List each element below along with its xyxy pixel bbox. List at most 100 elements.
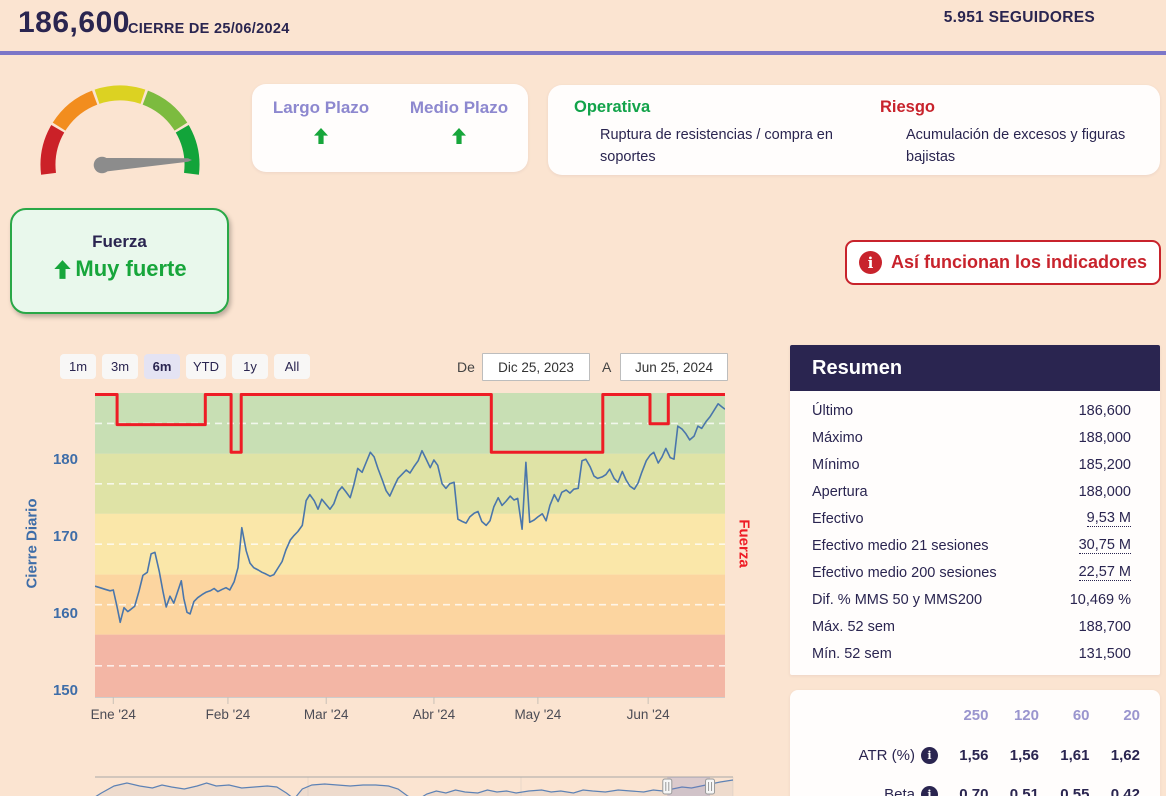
navigator-handle[interactable] bbox=[663, 779, 672, 794]
fuerza-card: Fuerza Muy fuerte bbox=[10, 208, 229, 314]
up-arrow-icon bbox=[52, 259, 73, 280]
y-axis-tick-label: 170 bbox=[34, 528, 78, 545]
resumen-row-value: 185,200 bbox=[1079, 457, 1131, 473]
stats-column-header: 250 bbox=[938, 707, 989, 724]
riesgo-text: Acumulación de excesos y figuras bajista… bbox=[906, 124, 1156, 169]
range-button-6m[interactable]: 6m bbox=[144, 354, 180, 379]
resumen-row: Mínimo 185,200 bbox=[790, 451, 1160, 478]
stats-label-text: ATR (%) bbox=[859, 747, 915, 764]
info-icon: i bbox=[859, 251, 882, 274]
resumen-row-value: 188,000 bbox=[1079, 430, 1131, 446]
date-to-input[interactable] bbox=[620, 353, 728, 381]
range-button-1y[interactable]: 1y bbox=[232, 354, 268, 379]
plazo-card: Largo Plazo Medio Plazo bbox=[252, 84, 528, 172]
resumen-row: Apertura 188,000 bbox=[790, 478, 1160, 505]
x-axis-tick-label: May '24 bbox=[498, 707, 578, 722]
resumen-row: Efectivo 9,53 M bbox=[790, 505, 1160, 532]
y2-axis-title: Fuerza bbox=[736, 512, 753, 576]
info-icon[interactable]: i bbox=[921, 786, 938, 796]
fuerza-value: Muy fuerte bbox=[75, 256, 186, 282]
resumen-row-value: 22,57 M bbox=[1079, 564, 1131, 581]
chart-navigator[interactable] bbox=[95, 771, 735, 796]
navigator-handle[interactable] bbox=[706, 779, 715, 794]
stats-column-header: 60 bbox=[1039, 707, 1090, 724]
operativa-block: Operativa Ruptura de resistencias / comp… bbox=[548, 85, 854, 175]
resumen-row-label: Efectivo bbox=[812, 511, 864, 527]
stats-column-header: 120 bbox=[989, 707, 1040, 724]
x-axis-tick-label: Abr '24 bbox=[394, 707, 474, 722]
stats-column-header: 20 bbox=[1090, 707, 1141, 724]
stats-row-label: Betai bbox=[790, 786, 938, 796]
resumen-row-label: Máximo bbox=[812, 430, 863, 446]
y-axis-tick-label: 150 bbox=[34, 682, 78, 699]
stats-header-row: 2501206020 bbox=[790, 694, 1160, 736]
riesgo-title: Riesgo bbox=[880, 98, 1160, 117]
range-selector: 1m3m6mYTD1yAll bbox=[60, 354, 310, 379]
date-from-label: De bbox=[457, 359, 475, 375]
resumen-rows: Último 186,600 Máximo 188,000 Mínimo 185,200 A… bbox=[790, 391, 1160, 675]
followers-count: 5.951 SEGUIDORES bbox=[944, 9, 1095, 27]
resumen-row: Máximo 188,000 bbox=[790, 424, 1160, 451]
resumen-row-label: Apertura bbox=[812, 484, 868, 500]
operativa-text: Ruptura de resistencias / compra en sopo… bbox=[600, 124, 850, 169]
navigator-selection[interactable] bbox=[667, 777, 710, 796]
operativa-riesgo-card: Operativa Ruptura de resistencias / comp… bbox=[548, 85, 1160, 175]
indicators-help-label: Así funcionan los indicadores bbox=[891, 252, 1147, 273]
resumen-row-label: Mín. 52 sem bbox=[812, 646, 892, 662]
info-icon[interactable]: i bbox=[921, 747, 938, 764]
resumen-row-value: 10,469 % bbox=[1070, 592, 1131, 608]
x-axis-tick-label: Jun '24 bbox=[608, 707, 688, 722]
last-price: 186,600 bbox=[18, 6, 130, 40]
stats-row: ATR (%)i1,561,561,611,62 bbox=[790, 736, 1160, 775]
resumen-row-value: 9,53 M bbox=[1087, 510, 1131, 527]
resumen-title: Resumen bbox=[812, 357, 902, 380]
medio-plazo: Medio Plazo bbox=[390, 84, 528, 172]
range-button-3m[interactable]: 3m bbox=[102, 354, 138, 379]
header-divider bbox=[0, 51, 1166, 55]
resumen-row-label: Efectivo medio 200 sesiones bbox=[812, 565, 997, 581]
largo-plazo-label: Largo Plazo bbox=[273, 98, 369, 118]
stat-value: 0,70 bbox=[938, 786, 989, 796]
price-chart[interactable] bbox=[95, 393, 725, 705]
resumen-panel: Resumen Último 186,600 Máximo 188,000 Mínimo… bbox=[790, 345, 1160, 675]
gauge-icon bbox=[24, 64, 224, 180]
resumen-row-value: 188,700 bbox=[1079, 619, 1131, 635]
largo-plazo: Largo Plazo bbox=[252, 84, 390, 172]
resumen-row: Máx. 52 sem188,700 bbox=[790, 613, 1160, 640]
date-to-label: A bbox=[602, 359, 611, 375]
stat-value: 1,62 bbox=[1090, 747, 1141, 764]
stats-row: Betai0,700,510,550,42 bbox=[790, 775, 1160, 796]
stat-value: 0,51 bbox=[989, 786, 1040, 796]
stats-row-label: ATR (%) i bbox=[790, 747, 938, 764]
stat-value: 1,61 bbox=[1039, 747, 1090, 764]
indicators-help-button[interactable]: i Así funcionan los indicadores bbox=[845, 240, 1161, 285]
resumen-row-value: 186,600 bbox=[1079, 403, 1131, 419]
resumen-row: Efectivo medio 21 sesiones30,75 M bbox=[790, 532, 1160, 559]
x-axis-tick-label: Mar '24 bbox=[286, 707, 366, 722]
x-axis-tick-label: Ene '24 bbox=[73, 707, 153, 722]
page: 186,600 CIERRE DE 25/06/2024 5.951 SEGUI… bbox=[0, 0, 1166, 796]
medio-plazo-label: Medio Plazo bbox=[410, 98, 508, 118]
range-button-1m[interactable]: 1m bbox=[60, 354, 96, 379]
y-axis-tick-label: 160 bbox=[34, 605, 78, 622]
resumen-header: Resumen bbox=[790, 345, 1160, 391]
stat-value: 0,55 bbox=[1039, 786, 1090, 796]
resumen-row: Último 186,600 bbox=[790, 397, 1160, 424]
range-button-YTD[interactable]: YTD bbox=[186, 354, 226, 379]
resumen-row-label: Último bbox=[812, 403, 853, 419]
operativa-title: Operativa bbox=[574, 98, 854, 117]
resumen-row-label: Dif. % MMS 50 y MMS200 bbox=[812, 592, 982, 608]
up-arrow-icon bbox=[312, 127, 330, 145]
resumen-row-label: Mínimo bbox=[812, 457, 860, 473]
date-from-input[interactable] bbox=[482, 353, 590, 381]
up-arrow-icon bbox=[450, 127, 468, 145]
resumen-row-value: 131,500 bbox=[1079, 646, 1131, 662]
stat-value: 1,56 bbox=[938, 747, 989, 764]
x-axis-tick-label: Feb '24 bbox=[188, 707, 268, 722]
riesgo-block: Riesgo Acumulación de excesos y figuras … bbox=[854, 85, 1160, 175]
range-button-All[interactable]: All bbox=[274, 354, 310, 379]
resumen-row-label: Efectivo medio 21 sesiones bbox=[812, 538, 989, 554]
resumen-row-value: 188,000 bbox=[1079, 484, 1131, 500]
fuerza-title: Fuerza bbox=[92, 232, 147, 252]
price-chart-section: 1m3m6mYTD1yAll De A Cierre Diario Fuerza… bbox=[0, 345, 782, 796]
